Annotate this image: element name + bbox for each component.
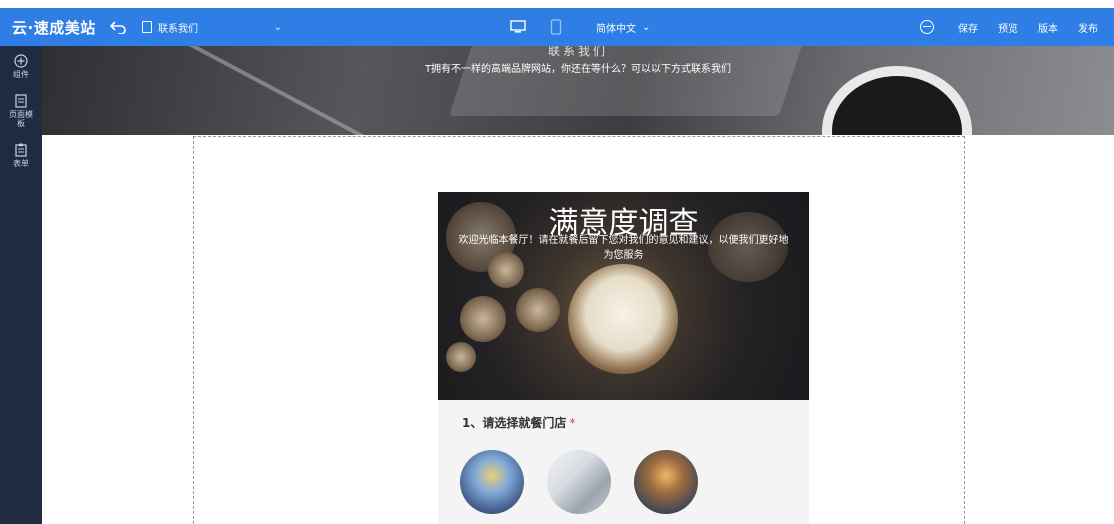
- page-select-label: 联系我们: [158, 23, 198, 35]
- sidebar-item-form[interactable]: 表单: [0, 129, 42, 169]
- site-logo: 云·速成美站: [12, 18, 96, 37]
- food-decoration: [516, 288, 560, 332]
- language-dropdown[interactable]: 简体中文 ⌄: [596, 8, 650, 46]
- question-1-label: 1、请选择就餐门店 *: [462, 414, 575, 431]
- cake-image: [568, 264, 678, 374]
- version-button[interactable]: 版本: [1028, 20, 1068, 35]
- food-decoration: [446, 342, 476, 372]
- sidebar-item-label: 组件: [13, 70, 29, 79]
- hero-banner[interactable]: 联系我们 T拥有不一样的高端品牌网站，你还在等什么？可以以下方式联系我们: [42, 46, 1114, 135]
- language-label: 简体中文: [596, 23, 636, 35]
- question-text: 1、请选择就餐门店: [462, 416, 567, 430]
- store-option-2[interactable]: [547, 450, 611, 514]
- sidebar-item-label: 表单: [13, 158, 29, 168]
- survey-header-image: 满意度调查 欢迎光临本餐厅！请在就餐后留下您对我们的意见和建议，以便我们更好地为…: [438, 192, 809, 400]
- sidebar-item-label: 页面模板: [9, 109, 33, 129]
- page-icon: [15, 93, 27, 108]
- food-decoration: [460, 296, 506, 342]
- required-mark: *: [569, 416, 576, 430]
- mobile-icon[interactable]: [546, 17, 566, 37]
- chevron-down-icon: ⌄: [642, 21, 651, 33]
- publish-button[interactable]: 发布: [1068, 20, 1108, 35]
- device-switcher: [508, 8, 566, 46]
- sidebar-item-components[interactable]: 组件: [0, 46, 42, 80]
- left-sidebar: 组件 页面模板 表单: [0, 46, 42, 524]
- chevron-down-icon: ⌄: [273, 21, 282, 33]
- survey-form[interactable]: 满意度调查 欢迎光临本餐厅！请在就餐后留下您对我们的意见和建议，以便我们更好地为…: [438, 192, 809, 524]
- survey-description: 欢迎光临本餐厅！请在就餐后留下您对我们的意见和建议，以便我们更好地为您服务: [458, 235, 789, 261]
- plus-circle-icon: [14, 54, 28, 68]
- document-icon: [142, 21, 152, 33]
- form-icon: [15, 143, 27, 157]
- more-options-icon[interactable]: [920, 20, 934, 34]
- hero-title: 联系我们: [547, 46, 608, 58]
- top-toolbar: 云·速成美站 联系我们 ⌄ 简体中文 ⌄ 保存 预览 版本 发布: [0, 8, 1114, 46]
- save-button[interactable]: 保存: [948, 20, 988, 35]
- preview-button[interactable]: 预览: [988, 20, 1028, 35]
- store-option-1[interactable]: [460, 450, 524, 514]
- toolbar-actions: 保存 预览 版本 发布: [920, 8, 1108, 46]
- hero-decoration: [822, 66, 972, 135]
- page-select-dropdown[interactable]: 联系我们 ⌄: [142, 20, 282, 35]
- sidebar-item-page-template[interactable]: 页面模板: [8, 80, 34, 129]
- hero-subtitle: T拥有不一样的高端品牌网站，你还在等什么？可以以下方式联系我们: [424, 64, 732, 75]
- store-options: [460, 450, 698, 514]
- undo-icon[interactable]: [108, 17, 128, 37]
- store-option-3[interactable]: [634, 450, 698, 514]
- desktop-icon[interactable]: [508, 17, 528, 37]
